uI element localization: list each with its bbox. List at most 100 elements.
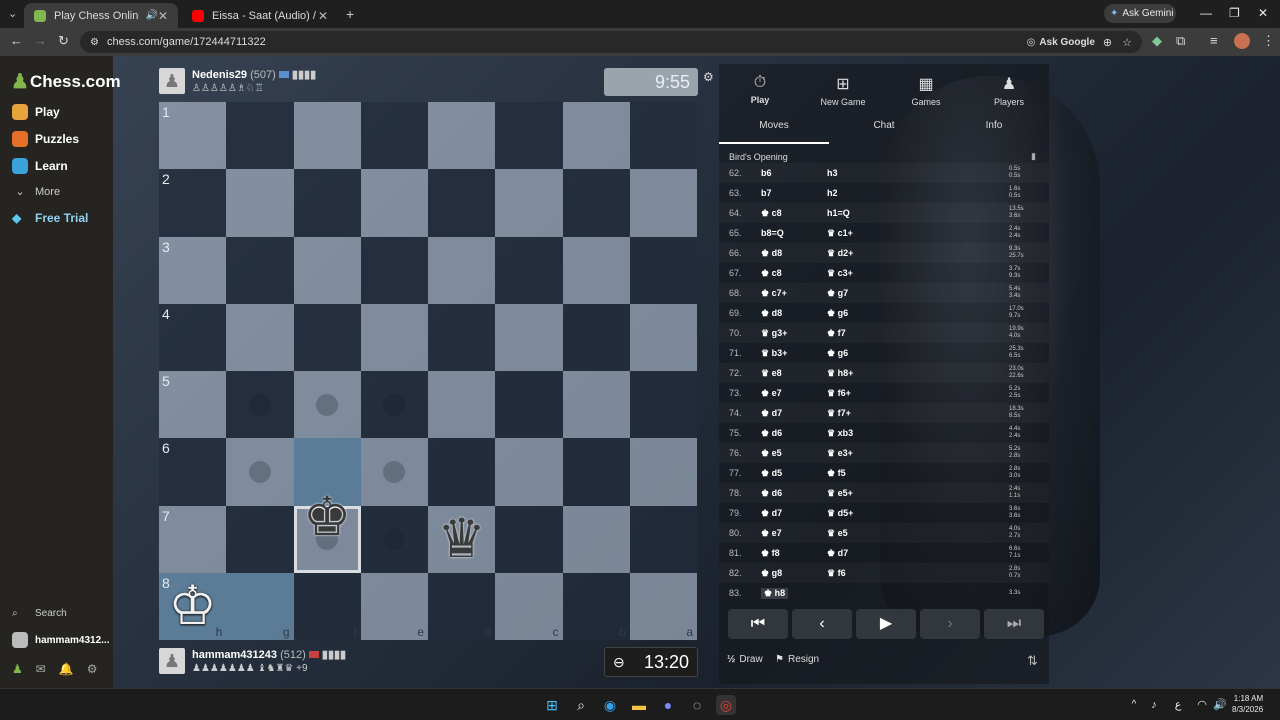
- media-icon[interactable]: ≡: [1210, 33, 1218, 48]
- board-square[interactable]: [360, 169, 428, 237]
- tab-players[interactable]: ♟ Players: [974, 74, 1044, 107]
- board-square[interactable]: 8 h ♔: [159, 572, 227, 640]
- white-move[interactable]: ♚ d7: [761, 408, 827, 419]
- edge-icon[interactable]: ◉: [600, 695, 620, 715]
- board-square[interactable]: [226, 505, 294, 573]
- volume-icon[interactable]: 🔊: [1210, 695, 1230, 715]
- black-move[interactable]: ♛ c1+: [827, 228, 907, 239]
- minimize-icon[interactable]: —: [1200, 6, 1212, 20]
- white-move[interactable]: ♚ c8: [761, 268, 827, 279]
- friends-icon[interactable]: ♟: [12, 662, 23, 676]
- close-tab-icon[interactable]: ✕: [158, 9, 168, 23]
- profile-avatar-icon[interactable]: [1234, 33, 1250, 49]
- board-square[interactable]: [293, 371, 361, 439]
- board-square[interactable]: [226, 102, 294, 170]
- settings-icon[interactable]: ⚙: [87, 662, 98, 676]
- board-square[interactable]: [629, 371, 697, 439]
- opening-book-icon[interactable]: ▮: [1031, 151, 1036, 162]
- board-square[interactable]: [562, 303, 630, 371]
- board-square[interactable]: [495, 371, 563, 439]
- board-square[interactable]: 6: [159, 438, 227, 506]
- wifi-icon[interactable]: ◠: [1192, 695, 1212, 715]
- subtab-moves[interactable]: Moves: [719, 120, 829, 144]
- black-queen-piece[interactable]: ♛: [428, 506, 495, 573]
- board-square[interactable]: [428, 236, 496, 304]
- ask-google-button[interactable]: ◎ Ask Google: [1027, 37, 1095, 48]
- board-square[interactable]: 2: [159, 169, 227, 237]
- sidebar-item-play[interactable]: Play: [12, 104, 60, 120]
- board-square[interactable]: 5: [159, 371, 227, 439]
- board-square[interactable]: [293, 303, 361, 371]
- system-clock[interactable]: 1:18 AM 8/3/2026: [1232, 693, 1263, 715]
- notifications-icon[interactable]: 🔔: [59, 662, 74, 676]
- sidebar-item-learn[interactable]: Learn: [12, 158, 68, 174]
- board-square[interactable]: g: [226, 572, 294, 640]
- opening-name[interactable]: Bird's Opening: [729, 152, 788, 162]
- board-square[interactable]: [629, 236, 697, 304]
- white-move[interactable]: ♚ e7: [761, 388, 827, 399]
- file-explorer-icon[interactable]: ▬: [629, 695, 649, 715]
- legal-move-dot[interactable]: [248, 393, 271, 416]
- board-square[interactable]: [360, 236, 428, 304]
- app-icon[interactable]: ◌: [687, 695, 707, 715]
- flip-board-icon[interactable]: ⇅: [1027, 653, 1038, 669]
- browser-tab-chess[interactable]: Play Chess Online for FREE 🔊 ✕: [24, 3, 178, 28]
- board-square[interactable]: [226, 169, 294, 237]
- extension-icon[interactable]: ◆: [1152, 33, 1162, 49]
- board-square[interactable]: [629, 438, 697, 506]
- legal-move-dot[interactable]: [316, 393, 339, 416]
- last-move-button[interactable]: ⏭: [984, 609, 1044, 639]
- sidebar-item-free-trial[interactable]: ◆ Free Trial: [12, 211, 88, 225]
- board-square[interactable]: [629, 102, 697, 170]
- tray-chevron-icon[interactable]: ^: [1124, 695, 1144, 715]
- subtab-info[interactable]: Info: [939, 120, 1049, 144]
- maximize-icon[interactable]: ❐: [1229, 6, 1240, 20]
- browser-tab-youtube[interactable]: Eissa - Saat (Audio) / ساعات - ... ✕: [182, 3, 338, 28]
- opponent-avatar[interactable]: ♟: [159, 68, 185, 94]
- board-square[interactable]: [629, 303, 697, 371]
- board-square[interactable]: [428, 371, 496, 439]
- white-move[interactable]: ♚ d7: [761, 508, 827, 519]
- tab-new-game[interactable]: ⊞ New Game: [808, 74, 878, 107]
- board-square[interactable]: [226, 303, 294, 371]
- board-square[interactable]: [562, 236, 630, 304]
- draw-button[interactable]: ½ Draw: [727, 654, 763, 665]
- board-square[interactable]: [360, 303, 428, 371]
- board-square[interactable]: [495, 438, 563, 506]
- white-move[interactable]: ♚ d8: [761, 308, 827, 319]
- previous-move-button[interactable]: ‹: [792, 609, 852, 639]
- board-square[interactable]: 7: [159, 505, 227, 573]
- black-move[interactable]: ♚ d7: [827, 548, 907, 559]
- language-indicator[interactable]: ع: [1168, 695, 1188, 715]
- black-move[interactable]: ♛ c3+: [827, 268, 907, 279]
- bookmark-star-icon[interactable]: ☆: [1122, 36, 1132, 49]
- board-square[interactable]: [428, 169, 496, 237]
- black-move[interactable]: ♛ e5: [827, 528, 907, 539]
- board-square[interactable]: ♛: [428, 505, 496, 573]
- taskbar-search-icon[interactable]: ⌕: [571, 695, 591, 715]
- move-list-viewport[interactable]: 62. b6 h3 0.5s 0.5s 63. b7 h2 1.6s 0.5s 64. ♚ c8 h1=…: [719, 163, 1049, 603]
- subtab-chat[interactable]: Chat: [829, 120, 939, 144]
- forward-icon[interactable]: →: [34, 33, 47, 48]
- board-square[interactable]: [428, 102, 496, 170]
- sidebar-item-more[interactable]: ⌄ More: [12, 185, 60, 199]
- opponent-name[interactable]: Nedenis29: [192, 69, 247, 81]
- player-avatar[interactable]: ♟: [159, 648, 185, 674]
- board-square[interactable]: 4: [159, 303, 227, 371]
- new-tab-icon[interactable]: +: [346, 6, 354, 22]
- white-move[interactable]: ♚ d8: [761, 248, 827, 259]
- close-window-icon[interactable]: ✕: [1258, 6, 1268, 20]
- player-name[interactable]: hammam431243: [192, 649, 277, 661]
- black-move[interactable]: ♛ f6: [827, 568, 907, 579]
- board-square[interactable]: [360, 371, 428, 439]
- install-icon[interactable]: ⊕: [1103, 36, 1112, 49]
- white-move[interactable]: ♚ c8: [761, 208, 827, 219]
- address-bar[interactable]: ⚙ chess.com/game/172444711322 ◎ Ask Googl…: [80, 31, 1142, 53]
- microphone-icon[interactable]: ♪: [1144, 695, 1164, 715]
- board-square[interactable]: [360, 102, 428, 170]
- white-move[interactable]: ♚ e7: [761, 528, 827, 539]
- board-square[interactable]: [226, 371, 294, 439]
- board-square[interactable]: ♚: [293, 490, 361, 573]
- legal-move-dot[interactable]: [383, 393, 406, 416]
- back-icon[interactable]: ←: [10, 33, 23, 48]
